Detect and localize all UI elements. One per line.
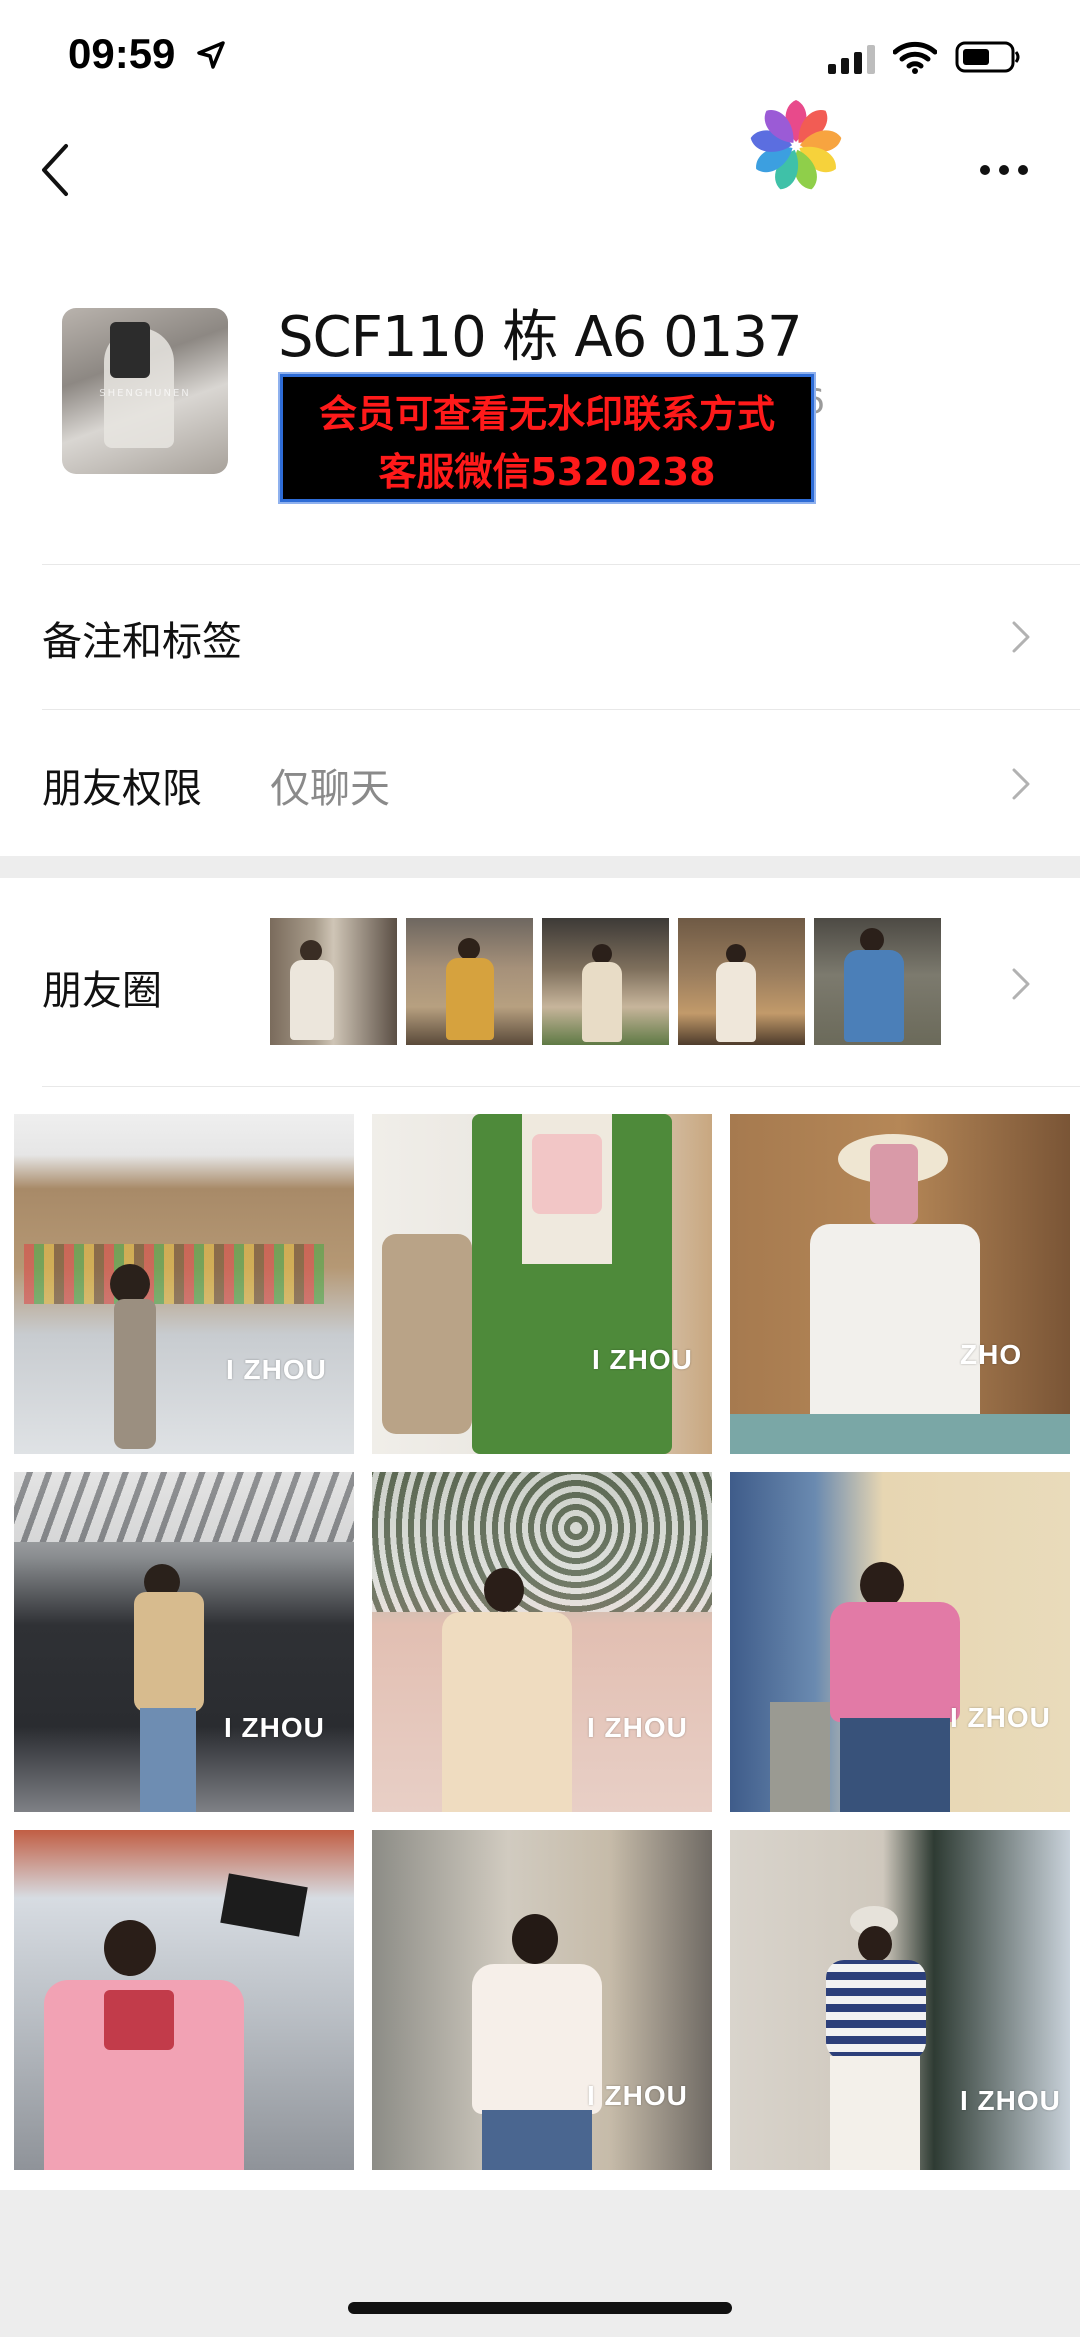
battery-icon xyxy=(955,41,1020,73)
photo-grid: I ZHOU I ZHOU ZHO I ZHOU I ZHOU I ZHOU I… xyxy=(14,1114,1070,2170)
watermark-text: I ZHOU xyxy=(950,1702,1051,1733)
photo-green-suit[interactable]: I ZHOU xyxy=(372,1114,712,1454)
photo-white-top[interactable]: I ZHOU xyxy=(372,1830,712,2170)
photo-pink-cardigan[interactable] xyxy=(14,1830,354,2170)
moments-thumbnail xyxy=(542,918,669,1045)
photo-pink-shirt[interactable]: I ZHOU xyxy=(730,1472,1070,1812)
banner-line-1: 会员可查看无水印联系方式 xyxy=(318,392,775,436)
banner-line-2: 客服微信5320238 xyxy=(378,450,716,494)
watermark-text: I ZHOU xyxy=(960,2085,1061,2116)
watermark-text: I ZHOU xyxy=(224,1712,325,1743)
wifi-icon xyxy=(893,41,937,74)
row-friend-permissions[interactable]: 朋友权限 仅聊天 xyxy=(0,710,1080,856)
photo-cafe[interactable]: I ZHOU xyxy=(14,1114,354,1454)
moments-thumbnail xyxy=(406,918,533,1045)
chevron-left-icon[interactable] xyxy=(36,142,76,198)
cellular-signal-icon xyxy=(828,44,875,74)
row-label: 备注和标签 xyxy=(42,619,242,665)
watermark-banner: 会员可查看无水印联系方式 客服微信5320238 xyxy=(278,372,816,504)
moments-thumbnail xyxy=(270,918,397,1045)
photo-car[interactable]: I ZHOU xyxy=(14,1472,354,1812)
watermark-text: I ZHOU xyxy=(226,1354,327,1385)
home-indicator[interactable] xyxy=(348,2302,732,2314)
watermark-text: I ZHOU xyxy=(587,2080,688,2111)
row-label: 朋友权限 xyxy=(42,766,202,812)
moments-thumbnail xyxy=(678,918,805,1045)
photo-beige-blazer[interactable]: I ZHOU xyxy=(372,1472,712,1812)
chevron-right-icon xyxy=(1012,621,1030,653)
bottom-area xyxy=(0,2190,1080,2337)
watermark-text: I ZHOU xyxy=(592,1344,693,1375)
avatar[interactable]: SHENGHUNEN xyxy=(62,308,228,474)
row-label: 朋友圈 xyxy=(42,968,162,1014)
watermark-text: ZHO xyxy=(960,1339,1023,1370)
profile-name: SCF110 栋 A6 0137 xyxy=(278,305,803,370)
ellipsis-icon[interactable] xyxy=(978,163,1030,177)
moments-thumbnail xyxy=(814,918,941,1045)
location-arrow-icon xyxy=(197,41,225,69)
photo-striped-top[interactable]: I ZHOU xyxy=(730,1830,1070,2170)
chevron-right-icon xyxy=(1012,968,1030,1000)
row-remarks-tags[interactable]: 备注和标签 xyxy=(0,565,1080,709)
status-time: 09:59 xyxy=(68,30,176,77)
section-gap xyxy=(0,856,1080,878)
photo-hat-mirror[interactable]: ZHO xyxy=(730,1114,1070,1454)
row-value: 仅聊天 xyxy=(270,766,390,812)
flower-logo-icon xyxy=(750,100,842,190)
divider xyxy=(42,1086,1080,1087)
chevron-right-icon xyxy=(1012,768,1030,800)
watermark-text: I ZHOU xyxy=(587,1712,688,1743)
status-bar: 09:59 xyxy=(0,0,1080,120)
